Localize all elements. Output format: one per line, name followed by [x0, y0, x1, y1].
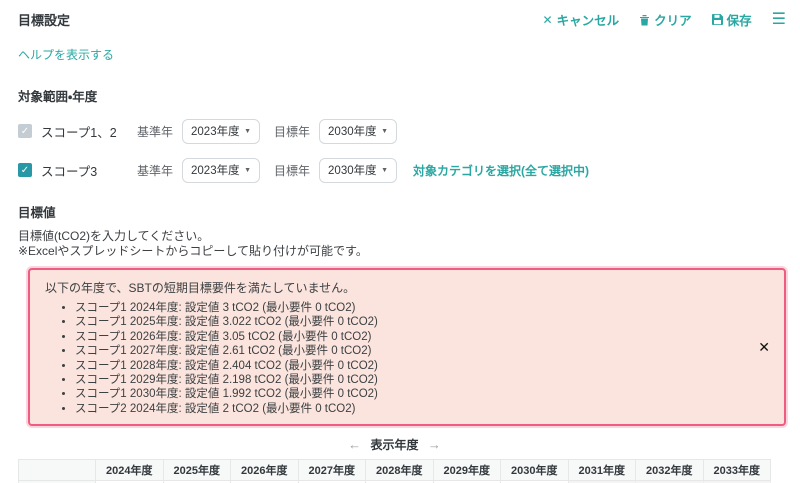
base-year-label: 基準年 — [137, 123, 173, 140]
warning-close-icon[interactable]: ✕ — [758, 340, 770, 354]
help-link[interactable]: ヘルプを表示する — [18, 46, 114, 63]
chevron-down-icon: ▼ — [244, 128, 251, 135]
scope-section-title: 対象範囲・年度 — [18, 86, 786, 105]
select-category-link[interactable]: 対象カテゴリを選択(全て選択中) — [413, 162, 589, 179]
warning-item: スコープ1 2026年度: 設定値 3.05 tCO2 (最小要件 0 tCO2… — [75, 330, 740, 344]
warning-item: スコープ1 2030年度: 設定値 1.992 tCO2 (最小要件 0 tCO… — [75, 387, 740, 401]
scope12-row: ✓ スコープ1、2 基準年 2023年度 ▼ 目標年 2030年度 ▼ — [18, 118, 786, 144]
target-settings-page: 目標設定 ✕ キャンセル クリア 保存 ☰ ヘルプを表示する 対象範囲・年 — [0, 0, 800, 483]
target-description-line1: 目標値(tCO2)を入力してください。 — [18, 229, 786, 244]
year-nav: ← 表示年度 → — [18, 436, 771, 453]
warning-item: スコープ1 2024年度: 設定値 3 tCO2 (最小要件 0 tCO2) — [75, 301, 740, 315]
table-column-header: 2031年度 — [568, 460, 636, 481]
base-year-label: 基準年 — [137, 162, 173, 179]
scope3-checkbox[interactable]: ✓ — [18, 163, 32, 177]
hamburger-menu-icon[interactable]: ☰ — [772, 12, 786, 28]
year-nav-label: 表示年度 — [370, 438, 418, 452]
save-floppy-icon — [712, 14, 723, 25]
scope12-base-year-select[interactable]: 2023年度 ▼ — [182, 119, 260, 144]
table-column-header: 2026年度 — [231, 460, 299, 481]
warning-item: スコープ1 2028年度: 設定値 2.404 tCO2 (最小要件 0 tCO… — [75, 359, 740, 373]
header-actions: ✕ キャンセル クリア 保存 ☰ — [543, 10, 786, 29]
prev-years-arrow-icon[interactable]: ← — [342, 437, 367, 452]
scope12-target-year-select[interactable]: 2030年度 ▼ — [319, 119, 397, 144]
table-column-header: 2033年度 — [703, 460, 771, 481]
target-year-label: 目標年 — [274, 162, 310, 179]
chevron-down-icon: ▼ — [244, 167, 251, 174]
next-years-arrow-icon[interactable]: → — [422, 437, 447, 452]
table-column-header: 2027年度 — [298, 460, 366, 481]
sbt-warning-box: 以下の年度で、SBTの短期目標要件を満たしていません。 スコープ1 2024年度… — [28, 268, 786, 426]
warning-list: スコープ1 2024年度: 設定値 3 tCO2 (最小要件 0 tCO2)スコ… — [45, 301, 740, 416]
chevron-down-icon: ▼ — [381, 128, 388, 135]
warning-item: スコープ2 2024年度: 設定値 2 tCO2 (最小要件 0 tCO2) — [75, 402, 740, 416]
table-column-header: 2030年度 — [501, 460, 569, 481]
scope3-label: スコープ3 — [41, 161, 123, 180]
clear-button[interactable]: クリア — [639, 10, 692, 29]
target-year-label: 目標年 — [274, 123, 310, 140]
table-column-header: 2024年度 — [96, 460, 164, 481]
table-column-header: 2032年度 — [636, 460, 704, 481]
cancel-x-icon: ✕ — [543, 13, 553, 27]
scope12-label: スコープ1、2 — [41, 122, 123, 141]
targets-table-head: 2024年度2025年度2026年度2027年度2028年度2029年度2030… — [19, 460, 771, 481]
target-description: 目標値(tCO2)を入力してください。 ※Excelやスプレッドシートからコピー… — [18, 229, 786, 259]
save-button[interactable]: 保存 — [712, 10, 752, 29]
scope3-row: ✓ スコープ3 基準年 2023年度 ▼ 目標年 2030年度 ▼ 対象カテゴリ… — [18, 157, 786, 183]
scope3-base-year-select[interactable]: 2023年度 ▼ — [182, 158, 260, 183]
table-column-header: 2025年度 — [163, 460, 231, 481]
chevron-down-icon: ▼ — [381, 167, 388, 174]
table-column-header: 2028年度 — [366, 460, 434, 481]
targets-table: 2024年度2025年度2026年度2027年度2028年度2029年度2030… — [18, 459, 771, 483]
warning-title: 以下の年度で、SBTの短期目標要件を満たしていません。 — [45, 279, 740, 296]
scope12-checkbox: ✓ — [18, 124, 32, 138]
trash-icon — [639, 14, 650, 26]
target-section-title: 目標値 — [18, 202, 786, 221]
table-column-header: 2029年度 — [433, 460, 501, 481]
cancel-button[interactable]: ✕ キャンセル — [543, 10, 620, 29]
scope3-target-year-select[interactable]: 2030年度 ▼ — [319, 158, 397, 183]
table-column-header — [19, 460, 96, 481]
page-title: 目標設定 — [18, 10, 70, 29]
warning-item: スコープ1 2029年度: 設定値 2.198 tCO2 (最小要件 0 tCO… — [75, 373, 740, 387]
warning-item: スコープ1 2027年度: 設定値 2.61 tCO2 (最小要件 0 tCO2… — [75, 344, 740, 358]
warning-item: スコープ1 2025年度: 設定値 3.022 tCO2 (最小要件 0 tCO… — [75, 315, 740, 329]
target-description-line2: ※Excelやスプレッドシートからコピーして貼り付けが可能です。 — [18, 244, 786, 259]
page-header: 目標設定 ✕ キャンセル クリア 保存 ☰ — [18, 10, 786, 29]
